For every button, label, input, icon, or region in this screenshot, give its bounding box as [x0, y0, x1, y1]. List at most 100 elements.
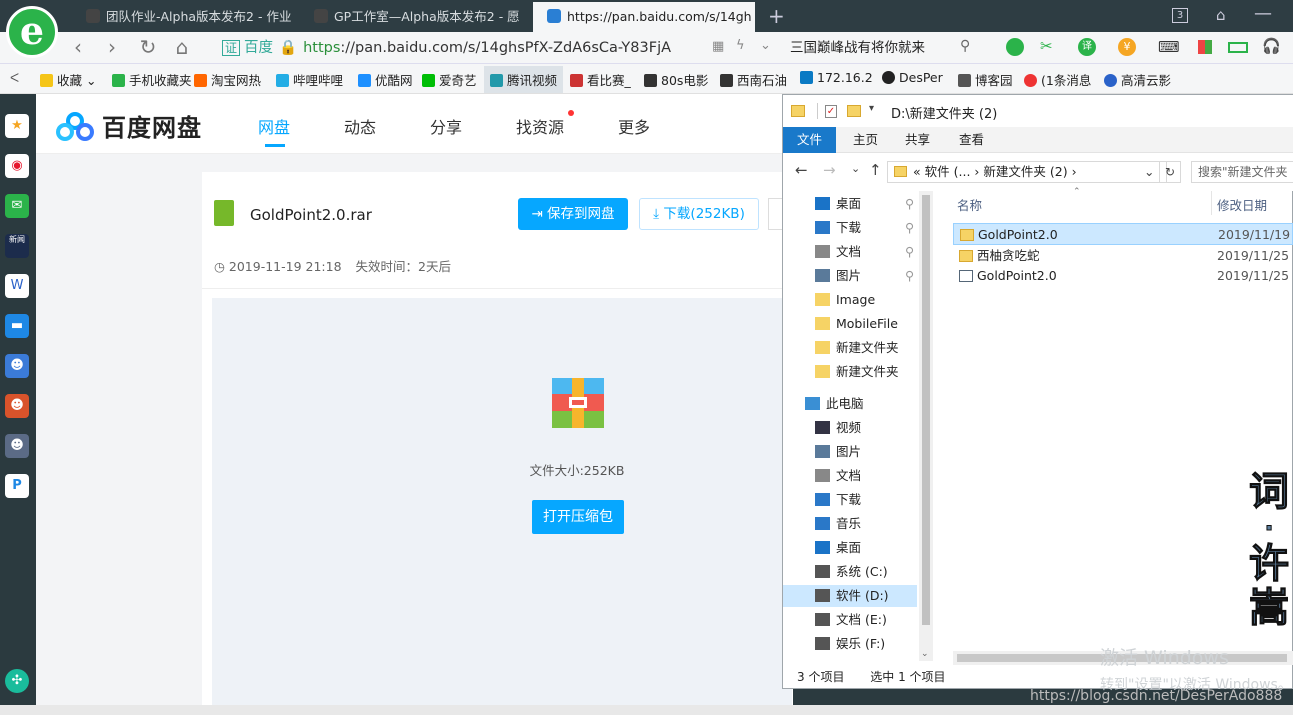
nav-tree-item[interactable]: 娱乐 (F:) — [815, 633, 885, 655]
nav-tree-item[interactable]: 此电脑 — [805, 393, 864, 415]
browser-tab-3-active[interactable]: https://pan.baidu.com/s/14gh — [533, 2, 755, 32]
tab-file[interactable]: 文件 — [783, 127, 837, 153]
translate-icon[interactable]: 译 — [1078, 38, 1096, 56]
bookmark-item[interactable]: 爱奇艺 — [422, 70, 477, 89]
sidebar-toggle-icon[interactable]: ᐸ — [10, 70, 19, 85]
open-archive-button[interactable]: 打开压缩包 — [532, 500, 624, 534]
nav-tree-item[interactable]: 软件 (D:) — [783, 585, 917, 607]
nav-tree-item[interactable]: 图片 — [815, 441, 861, 463]
nav-tree-item[interactable]: 桌面 ⚲ — [815, 193, 914, 215]
nav-tree-item[interactable]: 音乐 — [815, 513, 861, 535]
browser-logo-icon[interactable]: e — [6, 6, 58, 58]
explorer-refresh-icon[interactable]: ↻ — [1159, 161, 1181, 183]
address-dropdown-icon[interactable]: ⌄ — [1144, 162, 1154, 182]
bookmark-item[interactable]: (1条消息 — [1024, 70, 1091, 89]
nav-tree-item[interactable]: 下载 — [815, 489, 861, 511]
nav-find-resources[interactable]: 找资源 — [516, 114, 564, 138]
apps-icon[interactable] — [1198, 40, 1212, 54]
save-to-netdisk-button[interactable]: ⇥ 保存到网盘 — [518, 198, 628, 230]
nav-tree-item[interactable]: 视频 — [815, 417, 861, 439]
game1-icon[interactable]: ☻ — [5, 354, 29, 378]
bookmark-item[interactable]: 腾讯视频 — [484, 66, 564, 93]
nav-pane-scroll-thumb[interactable] — [922, 195, 930, 625]
crumb-folder[interactable]: 新建文件夹 (2) — [983, 164, 1067, 179]
back-arrow-icon[interactable]: ← — [795, 161, 808, 179]
properties-icon[interactable]: ✓ — [825, 105, 837, 118]
bookmark-item[interactable]: 西南石油 — [720, 70, 787, 89]
coin-icon[interactable]: ¥ — [1118, 38, 1136, 56]
search-icon[interactable]: ⚲ — [960, 38, 970, 54]
nav-tree-item[interactable]: 文档 — [815, 465, 861, 487]
new-tab-icon[interactable]: + — [768, 4, 785, 28]
nav-tree-item[interactable]: 桌面 — [815, 537, 861, 559]
tab-home[interactable]: 主页 — [839, 127, 892, 153]
column-name[interactable]: 名称 — [957, 195, 982, 214]
explorer-search-input[interactable]: 搜索"新建文件夹 — [1191, 161, 1293, 183]
back-icon[interactable]: ‹ — [66, 36, 90, 60]
qat-dropdown-icon[interactable]: ▾ — [869, 103, 874, 114]
bookmark-item[interactable]: 优酷网 — [358, 70, 413, 89]
nav-tree-item[interactable]: Image — [815, 289, 875, 311]
nav-netdisk[interactable]: 网盘 — [258, 114, 290, 138]
chat-icon[interactable]: ▬ — [5, 314, 29, 338]
new-folder-icon[interactable] — [847, 105, 861, 117]
crumb-overflow[interactable]: « — [913, 164, 921, 179]
bookmark-item[interactable]: DesPer — [882, 70, 943, 85]
nav-tree-item[interactable]: 图片 ⚲ — [815, 265, 914, 287]
column-date[interactable]: 修改日期 — [1217, 195, 1267, 214]
extension-green-icon[interactable] — [1006, 38, 1024, 56]
doc-icon[interactable]: W — [5, 274, 29, 298]
chevron-down-icon[interactable]: ⌄ — [760, 38, 771, 53]
nav-tree-item[interactable]: 新建文件夹 — [815, 337, 899, 359]
battery-icon[interactable] — [1228, 42, 1248, 53]
file-row[interactable]: GoldPoint2.0 2019/11/19 星 — [953, 223, 1293, 245]
file-row[interactable]: 西柚贪吃蛇 2019/11/25 星 — [953, 245, 1293, 267]
recent-dropdown-icon[interactable]: ⌄ — [851, 162, 860, 175]
bookmark-item[interactable]: 看比赛_ — [570, 70, 631, 89]
lightning-icon[interactable]: ϟ — [736, 38, 745, 53]
scroll-down-icon[interactable]: ⌄ — [921, 649, 929, 659]
up-arrow-icon[interactable]: ↑ — [869, 161, 882, 179]
crumb-drive[interactable]: 软件 (... — [925, 164, 971, 179]
nav-tree-item[interactable]: 新建文件夹 — [815, 361, 899, 383]
nav-tree-item[interactable]: 下载 ⚲ — [815, 217, 914, 239]
tab-share[interactable]: 共享 — [891, 127, 944, 153]
download-button[interactable]: ⤓ 下载(252KB) — [639, 198, 759, 230]
forward-arrow-icon[interactable]: → — [823, 161, 836, 179]
minimize-icon[interactable]: — — [1254, 3, 1272, 24]
nav-activity[interactable]: 动态 — [344, 114, 376, 138]
baidu-pan-logo[interactable]: 百度网盘 — [56, 108, 202, 143]
file-row[interactable]: GoldPoint2.0 2019/11/25 星 — [953, 265, 1293, 287]
bookmark-item[interactable]: 收藏 ⌄ — [40, 70, 96, 89]
weibo-icon[interactable]: ◉ — [5, 154, 29, 178]
home-icon[interactable]: ⌂ — [170, 36, 194, 60]
bookmark-item[interactable]: 博客园 — [958, 70, 1013, 89]
shirt-icon[interactable]: ⌂ — [1216, 6, 1226, 24]
nav-tree-item[interactable]: MobileFile — [815, 313, 898, 335]
news-icon[interactable]: 新闻 — [5, 234, 29, 258]
browser-tab-2[interactable]: GP工作室—Alpha版本发布2 - 愿 — [300, 2, 530, 32]
gamepad-icon[interactable]: ⌨ — [1158, 38, 1180, 56]
nav-tree-item[interactable]: 文档 ⚲ — [815, 241, 914, 263]
sidebar-bottom-icon[interactable]: ✣ — [5, 669, 29, 693]
tab-view[interactable]: 查看 — [945, 127, 998, 153]
tab-count-badge[interactable]: 3 — [1172, 8, 1188, 23]
favorites-star-icon[interactable]: ★ — [5, 114, 29, 138]
refresh-icon[interactable]: ↻ — [136, 36, 160, 60]
bookmark-item[interactable]: 淘宝网热 — [194, 70, 261, 89]
p-app-icon[interactable]: P — [5, 474, 29, 498]
breadcrumb[interactable]: « 软件 (... › 新建文件夹 (2) › ⌄ — [887, 161, 1167, 183]
nav-tree-item[interactable]: 文档 (E:) — [815, 609, 887, 631]
bookmark-item[interactable]: 80s电影 — [644, 70, 708, 89]
nav-share[interactable]: 分享 — [430, 114, 462, 138]
bookmark-item[interactable]: 哔哩哔哩 — [276, 70, 343, 89]
browser-tab-1[interactable]: 团队作业-Alpha版本发布2 - 作业 — [72, 2, 297, 32]
bookmark-item[interactable]: 高清云影 — [1104, 70, 1171, 89]
nav-tree-item[interactable]: 系统 (C:) — [815, 561, 888, 583]
scissors-icon[interactable]: ✂ — [1040, 37, 1053, 55]
qr-icon[interactable]: ▦ — [712, 39, 724, 54]
nav-more[interactable]: 更多 — [618, 114, 650, 138]
forward-icon[interactable]: › — [100, 36, 124, 60]
search-suggestion[interactable]: 三国巅峰战有将你就来 — [790, 36, 980, 60]
mail-icon[interactable]: ✉ — [5, 194, 29, 218]
